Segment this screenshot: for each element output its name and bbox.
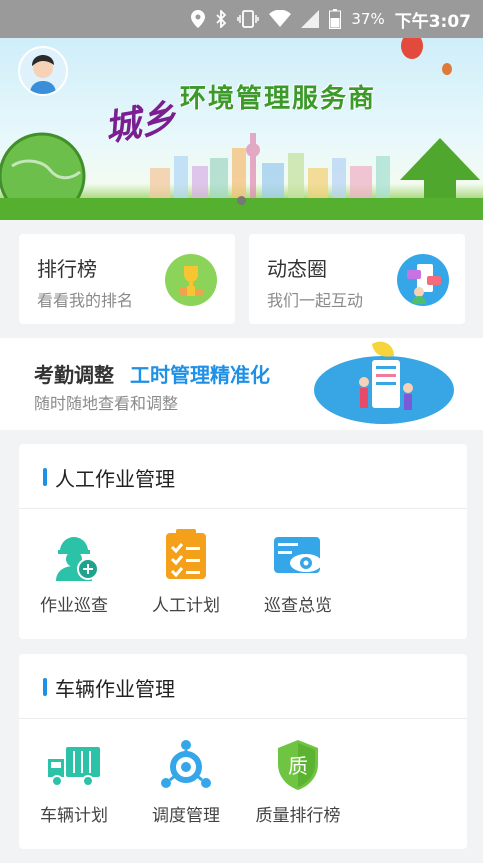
section-accent-bar [43, 468, 47, 486]
work-patrol-label: 作业巡查 [40, 596, 108, 616]
battery-icon [329, 9, 342, 29]
vehicle-work-section: 车辆作业管理 车辆计划 调度管理 质 质量排行榜 [19, 654, 467, 849]
section-title: 人工作业管理 [55, 467, 175, 491]
dispatch-management-button[interactable]: 调度管理 [131, 737, 241, 826]
carousel-indicators [0, 196, 483, 205]
section-accent-bar [43, 678, 47, 696]
manual-work-section: 人工作业管理 作业巡查 人工计划 巡查总览 [19, 444, 467, 639]
manual-plan-button[interactable]: 人工计划 [131, 527, 241, 616]
checklist-icon [166, 529, 206, 579]
clock: 下午3:07 [394, 11, 471, 32]
dispatch-management-label: 调度管理 [152, 806, 220, 826]
wifi-icon [269, 10, 292, 28]
banner-title: 环境管理服务商 [180, 84, 377, 114]
battery-percent: 37% [351, 10, 385, 28]
leaderboard-card[interactable]: 排行榜 看看我的排名 [19, 234, 235, 324]
bluetooth-icon [215, 10, 227, 28]
chat-phone-icon [397, 254, 449, 306]
moments-title: 动态圈 [267, 257, 327, 281]
trophy-icon [165, 254, 217, 306]
section-title: 车辆作业管理 [55, 677, 175, 701]
vibrate-icon [237, 10, 260, 28]
patrol-overview-button[interactable]: 巡查总览 [243, 527, 353, 616]
attendance-illustration [314, 341, 454, 424]
vehicle-plan-button[interactable]: 车辆计划 [19, 737, 129, 826]
vehicle-plan-label: 车辆计划 [40, 806, 108, 826]
attendance-title: 考勤调整 [34, 363, 114, 387]
moments-subtitle: 我们一起互动 [267, 291, 364, 310]
avatar[interactable] [18, 46, 68, 96]
banner-illustration [0, 38, 483, 220]
attendance-highlight: 工时管理精准化 [130, 363, 270, 387]
carousel-dot-active[interactable] [237, 196, 246, 205]
status-bar: 37% 下午3:07 [0, 0, 483, 38]
worker-helmet-icon [56, 537, 99, 581]
truck-icon [48, 747, 100, 787]
quality-leaderboard-button[interactable]: 质 质量排行榜 [243, 737, 353, 826]
quality-char: 质 [288, 754, 308, 778]
attendance-card[interactable]: 考勤调整 工时管理精准化 随时随地查看和调整 [0, 338, 483, 430]
leaderboard-title: 排行榜 [37, 257, 97, 281]
patrol-overview-label: 巡查总览 [264, 596, 332, 616]
eye-card-icon [274, 537, 322, 573]
attendance-subtitle: 随时随地查看和调整 [34, 394, 179, 413]
leaderboard-subtitle: 看看我的排名 [37, 291, 134, 310]
signal-icon [301, 10, 320, 28]
work-patrol-button[interactable]: 作业巡查 [19, 527, 129, 616]
section-header: 人工作业管理 [19, 444, 467, 509]
moments-card[interactable]: 动态圈 我们一起互动 [249, 234, 465, 324]
section-header: 车辆作业管理 [19, 654, 467, 719]
manual-plan-label: 人工计划 [152, 596, 220, 616]
quality-shield-icon: 质 [278, 740, 318, 790]
banner-carousel[interactable]: 城乡 环境管理服务商 [0, 38, 483, 220]
location-icon [191, 10, 206, 28]
dispatch-network-icon [161, 740, 211, 788]
quality-leaderboard-label: 质量排行榜 [255, 806, 341, 826]
